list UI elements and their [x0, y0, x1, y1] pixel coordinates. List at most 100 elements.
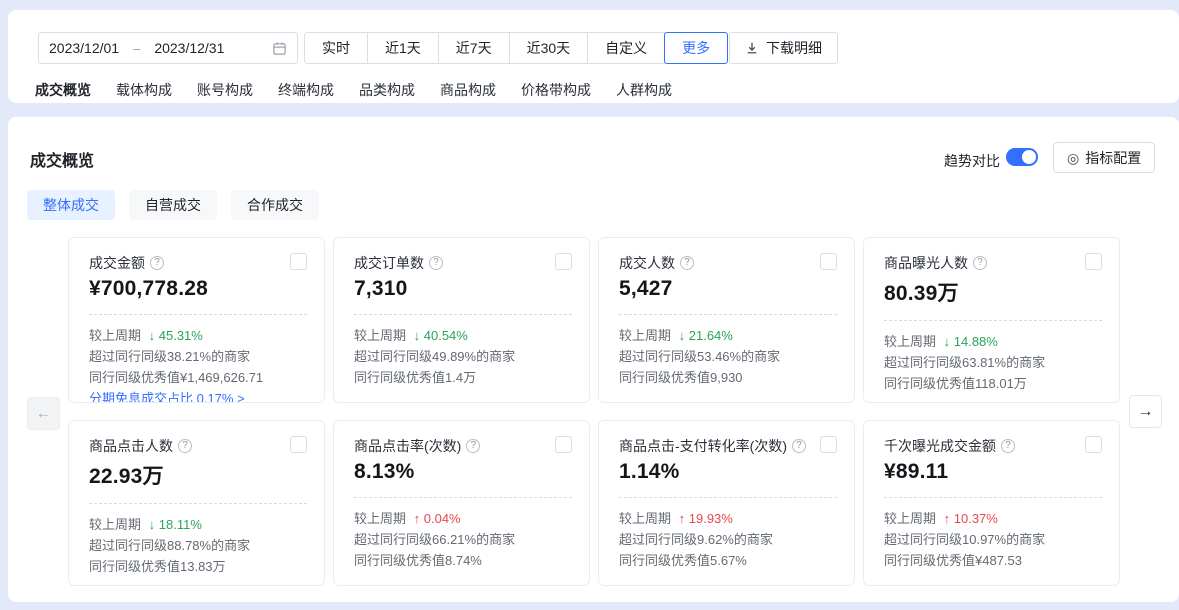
period-label: 较上周期	[354, 328, 406, 343]
quick-range-button[interactable]: 近1天	[367, 32, 439, 64]
metric-cards-grid: 成交金额 ? ¥700,778.28 较上周期 ↓ 45.31% 超过同行同级3…	[68, 237, 1120, 586]
peer-rank-line: 超过同行同级63.81%的商家	[884, 352, 1102, 373]
arrow-right-icon: →	[1138, 403, 1154, 421]
metric-card: 商品点击-支付转化率(次数) ? 1.14% 较上周期 ↑ 19.93% 超过同…	[598, 420, 855, 586]
quick-range-button[interactable]: 更多	[664, 32, 728, 64]
dashed-divider	[619, 314, 837, 315]
metric-card: 千次曝光成交金额 ? ¥89.11 较上周期 ↑ 10.37% 超过同行同级10…	[863, 420, 1120, 586]
help-icon[interactable]: ?	[792, 439, 806, 453]
carousel-next-button[interactable]: →	[1129, 395, 1162, 428]
metric-card: 成交人数 ? 5,427 较上周期 ↓ 21.64% 超过同行同级53.46%的…	[598, 237, 855, 403]
card-select-checkbox[interactable]	[1085, 253, 1102, 270]
card-select-checkbox[interactable]	[290, 253, 307, 270]
date-start[interactable]: 2023/12/01	[49, 40, 119, 56]
dashed-divider	[354, 497, 572, 498]
metric-title: 商品点击-支付转化率(次数)	[619, 436, 787, 456]
metric-title: 成交人数	[619, 253, 675, 273]
metric-title: 千次曝光成交金额	[884, 436, 996, 456]
change-value: ↓ 18.11%	[149, 517, 202, 532]
section-tab[interactable]: 账号构成	[197, 80, 253, 100]
card-select-checkbox[interactable]	[555, 436, 572, 453]
date-end[interactable]: 2023/12/31	[154, 40, 224, 56]
card-header: 商品曝光人数 ?	[884, 253, 1102, 273]
section-tab[interactable]: 终端构成	[278, 80, 334, 100]
quick-range-button[interactable]: 近7天	[438, 32, 510, 64]
help-icon[interactable]: ?	[973, 256, 987, 270]
section-tabs: 成交概览 载体构成 账号构成 终端构成 品类构成 商品构成 价格带构成 人群构成	[35, 80, 672, 100]
card-select-checkbox[interactable]	[290, 436, 307, 453]
period-change-line: 较上周期 ↓ 14.88%	[884, 331, 1102, 352]
metric-card: 成交订单数 ? 7,310 较上周期 ↓ 40.54% 超过同行同级49.89%…	[333, 237, 590, 403]
dashed-divider	[884, 497, 1102, 498]
period-change-line: 较上周期 ↓ 21.64%	[619, 325, 837, 346]
quick-range-group: 实时 近1天 近7天 近30天 自定义 更多	[304, 32, 728, 64]
metric-value: ¥700,778.28	[89, 277, 307, 301]
help-icon[interactable]: ?	[150, 256, 164, 270]
metric-value: 1.14%	[619, 460, 837, 484]
metric-title: 商品点击人数	[89, 436, 173, 456]
deal-type-pill[interactable]: 合作成交	[231, 190, 319, 220]
peer-best-line: 同行同级优秀值118.01万	[884, 373, 1102, 394]
installment-share-link[interactable]: 分期免息成交占比 0.17% >	[89, 388, 307, 403]
download-details-button[interactable]: 下载明细	[729, 32, 838, 64]
metric-value: ¥89.11	[884, 460, 1102, 484]
help-icon[interactable]: ?	[466, 439, 480, 453]
panel-title: 成交概览	[30, 147, 94, 171]
section-tab[interactable]: 载体构成	[116, 80, 172, 100]
metric-card: 商品曝光人数 ? 80.39万 较上周期 ↓ 14.88% 超过同行同级63.8…	[863, 237, 1120, 403]
peer-rank-line: 超过同行同级38.21%的商家	[89, 346, 307, 367]
calendar-icon[interactable]	[272, 41, 287, 56]
card-select-checkbox[interactable]	[820, 436, 837, 453]
metric-card: 成交金额 ? ¥700,778.28 较上周期 ↓ 45.31% 超过同行同级3…	[68, 237, 325, 403]
metric-title: 成交订单数	[354, 253, 424, 273]
download-icon	[745, 41, 759, 55]
metric-config-label: 指标配置	[1085, 148, 1141, 168]
help-icon[interactable]: ?	[680, 256, 694, 270]
quick-range-button[interactable]: 自定义	[587, 32, 665, 64]
peer-rank-line: 超过同行同级10.97%的商家	[884, 529, 1102, 550]
card-select-checkbox[interactable]	[820, 253, 837, 270]
section-tab[interactable]: 商品构成	[440, 80, 496, 100]
period-label: 较上周期	[89, 517, 141, 532]
metric-title: 商品点击率(次数)	[354, 436, 461, 456]
peer-best-line: 同行同级优秀值5.67%	[619, 550, 837, 571]
peer-best-line: 同行同级优秀值8.74%	[354, 550, 572, 571]
section-tab[interactable]: 品类构成	[359, 80, 415, 100]
period-change-line: 较上周期 ↑ 19.93%	[619, 508, 837, 529]
section-tab[interactable]: 成交概览	[35, 80, 91, 100]
carousel-prev-button[interactable]: ←	[27, 397, 60, 430]
card-select-checkbox[interactable]	[1085, 436, 1102, 453]
date-separator: –	[133, 41, 140, 56]
card-header: 商品点击率(次数) ?	[354, 436, 572, 456]
peer-rank-line: 超过同行同级53.46%的商家	[619, 346, 837, 367]
help-icon[interactable]: ?	[1001, 439, 1015, 453]
section-tab[interactable]: 价格带构成	[521, 80, 591, 100]
deal-type-pill[interactable]: 整体成交	[27, 190, 115, 220]
period-change-line: 较上周期 ↑ 0.04%	[354, 508, 572, 529]
deal-type-pill[interactable]: 自营成交	[129, 190, 217, 220]
metric-config-button[interactable]: ◎ 指标配置	[1053, 142, 1155, 173]
peer-rank-line: 超过同行同级66.21%的商家	[354, 529, 572, 550]
peer-best-line: 同行同级优秀值¥487.53	[884, 550, 1102, 571]
card-select-checkbox[interactable]	[555, 253, 572, 270]
metric-value: 5,427	[619, 277, 837, 301]
card-header: 成交订单数 ?	[354, 253, 572, 273]
quick-range-button[interactable]: 实时	[304, 32, 368, 64]
dashed-divider	[89, 314, 307, 315]
quick-range-button[interactable]: 近30天	[509, 32, 589, 64]
help-icon[interactable]: ?	[178, 439, 192, 453]
dashed-divider	[354, 314, 572, 315]
change-value: ↓ 45.31%	[149, 328, 203, 343]
period-change-line: 较上周期 ↓ 45.31%	[89, 325, 307, 346]
date-range-picker[interactable]: 2023/12/01 – 2023/12/31	[38, 32, 298, 64]
metric-value: 8.13%	[354, 460, 572, 484]
metric-card: 商品点击率(次数) ? 8.13% 较上周期 ↑ 0.04% 超过同行同级66.…	[333, 420, 590, 586]
help-icon[interactable]: ?	[429, 256, 443, 270]
peer-best-line: 同行同级优秀值¥1,469,626.71	[89, 367, 307, 388]
change-value: ↓ 14.88%	[944, 334, 998, 349]
metric-value: 80.39万	[884, 277, 1102, 307]
section-tab[interactable]: 人群构成	[616, 80, 672, 100]
trend-compare-toggle[interactable]	[1006, 148, 1038, 166]
change-value: ↓ 21.64%	[679, 328, 733, 343]
deal-type-segments: 整体成交 自营成交 合作成交	[27, 190, 319, 220]
